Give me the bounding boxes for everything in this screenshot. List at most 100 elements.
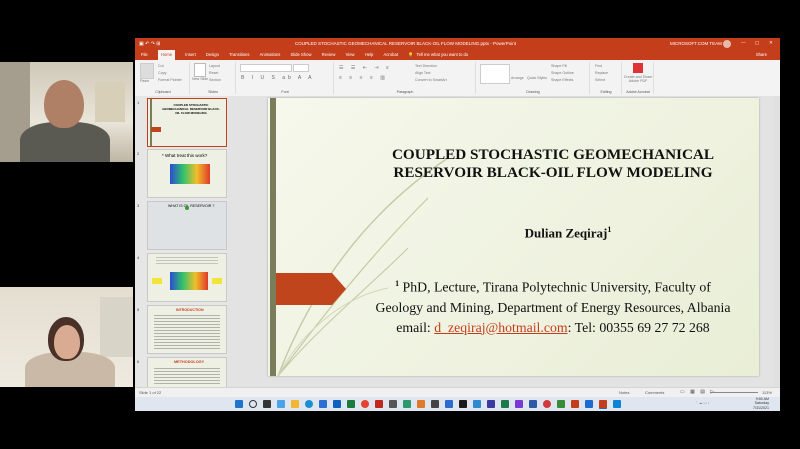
replace-button[interactable]: Replace [595,71,608,75]
notes-button[interactable]: Notes [619,390,629,395]
shape-effects-button[interactable]: Shape Effects [551,78,573,82]
slide-editing-area[interactable]: COUPLED STOCHASTIC GEOMECHANICAL RESERVO… [228,96,780,387]
minimize-button[interactable]: — [741,40,746,45]
shapes-gallery[interactable] [480,64,510,84]
app-icon[interactable] [431,400,439,408]
slide-thumbnail[interactable]: WHAT IS OIL RESERVOIR ? [147,201,227,250]
app-icon[interactable] [445,400,453,408]
menu-help[interactable]: Help [365,50,374,60]
select-button[interactable]: Select [595,78,605,82]
menu-view[interactable]: View [346,50,355,60]
vertical-scrollbar[interactable] [774,96,780,387]
comments-button[interactable]: Comments [645,390,664,395]
font-name-dropdown[interactable] [240,64,292,72]
app-icon[interactable] [389,400,397,408]
file-explorer-icon[interactable] [291,400,299,408]
app-icon[interactable] [417,400,425,408]
app-icon[interactable] [613,400,621,408]
menu-design[interactable]: Design [206,50,219,60]
menu-animations[interactable]: Animations [260,50,281,60]
slide-affiliation[interactable]: 1 PhD, Lecture, Tirana Polytechnic Unive… [348,274,758,338]
list-buttons[interactable]: ☰ ☰ ⇤ ⇥ ≡ [339,65,392,71]
font-format-buttons[interactable]: B I U S ab A A [241,75,314,81]
convert-smartart-button[interactable]: Convert to SmartArt [415,78,447,82]
app-icon[interactable] [557,400,565,408]
arrange-button[interactable]: Arrange [511,76,524,80]
slide-thumbnail[interactable]: * What treat this work? [147,149,227,198]
clock[interactable]: 9:50 AM Saturday 7/31/2021 [729,397,769,410]
adobe-pdf-icon[interactable] [633,63,643,73]
app-icon[interactable] [501,400,509,408]
email-link[interactable]: d_zeqiraj@hotmail.com [434,320,567,335]
shape-outline-button[interactable]: Shape Outline [551,71,574,75]
layout-button[interactable]: Layout [209,64,220,68]
slide-title-line1: COUPLED STOCHASTIC GEOMECHANICAL [391,146,715,163]
system-tray[interactable]: ⌃ ☁ ▭ ♪ [695,401,709,405]
menu-insert[interactable]: Insert [185,50,195,60]
thumb-title: COUPLED STOCHASTIC GEOMECHANICAL RESERVO… [162,103,220,115]
slide-thumbnail[interactable] [147,253,227,302]
align-buttons[interactable]: ≡ ≡ ≡ ≡ ▥ [339,75,388,81]
account-avatar[interactable] [723,40,731,48]
widgets-icon[interactable] [277,400,285,408]
search-icon[interactable] [249,400,257,408]
start-icon[interactable] [235,400,243,408]
zoom-slider[interactable] [710,392,758,393]
app-icon[interactable] [585,400,593,408]
task-view-icon[interactable] [263,400,271,408]
chrome-icon[interactable] [361,400,369,408]
font-size-dropdown[interactable] [293,64,309,72]
zoom-level[interactable]: 113% [762,390,772,395]
shape-fill-button[interactable]: Shape Fill [551,64,567,68]
thumb-number: 6 [137,359,140,364]
store-icon[interactable] [319,400,327,408]
app-icon[interactable] [543,400,551,408]
maximize-button[interactable]: ▢ [755,40,759,46]
tell-me-search[interactable]: Tell me what you want to do [417,50,469,60]
slide-thumbnail-pane[interactable]: 1 COUPLED STOCHASTIC GEOMECHANICAL RESER… [135,96,228,389]
account-name[interactable]: MICROSOFT.COM TEAM [670,41,722,46]
text-direction-button[interactable]: Text Direction [415,64,437,68]
section-button[interactable]: Section [209,78,221,82]
new-slide-icon[interactable] [194,63,206,77]
thumb-number: 2 [137,151,140,156]
app-icon[interactable] [473,400,481,408]
format-painter-button[interactable]: Format Painter [158,78,182,82]
menu-transitions[interactable]: Transitions [229,50,249,60]
menu-review[interactable]: Review [322,50,336,60]
author-superscript: 1 [607,225,612,234]
slide-title[interactable]: COUPLED STOCHASTIC GEOMECHANICAL RESERVO… [368,146,738,182]
app-icon[interactable] [515,400,523,408]
slide-thumbnail[interactable]: COUPLED STOCHASTIC GEOMECHANICAL RESERVO… [147,98,227,147]
app-icon[interactable] [571,400,579,408]
quick-access-toolbar[interactable]: ▣ ↶ ↷ ⊞ [139,41,160,47]
align-text-button[interactable]: Align Text [415,71,431,75]
acrobat-icon[interactable] [375,400,383,408]
cut-button[interactable]: Cut [158,64,164,68]
menu-slideshow[interactable]: Slide Show [291,50,312,60]
menu-acrobat[interactable]: Acrobat [384,50,398,60]
new-slide-button[interactable]: New Slide [192,77,208,81]
share-button[interactable]: Share [756,50,767,60]
slide-author[interactable]: Dulian Zeqiraj1 [448,225,688,241]
word-icon[interactable] [529,400,537,408]
menu-home[interactable]: Home [157,50,176,60]
excel-icon[interactable] [347,400,355,408]
quick-styles-button[interactable]: Quick Styles [527,76,547,80]
slide-thumbnail[interactable]: INTRODUCTION [147,305,227,354]
outlook-icon[interactable] [333,400,341,408]
powerpoint-icon[interactable] [599,400,607,409]
app-icon[interactable] [487,400,495,408]
reset-button[interactable]: Reset [209,71,218,75]
close-button[interactable]: ✕ [769,40,773,46]
create-share-pdf-button[interactable]: Create and Share Adobe PDF [623,75,653,83]
app-icon[interactable] [403,400,411,408]
current-slide[interactable]: COUPLED STOCHASTIC GEOMECHANICAL RESERVO… [268,98,759,376]
copy-button[interactable]: Copy [158,71,166,75]
slide-thumbnail[interactable]: METHODOLOGY [147,357,227,389]
menu-file[interactable]: File [141,50,148,60]
app-icon[interactable] [459,400,467,408]
edge-icon[interactable] [305,400,313,408]
paste-button[interactable] [140,63,154,79]
find-button[interactable]: Find [595,64,602,68]
